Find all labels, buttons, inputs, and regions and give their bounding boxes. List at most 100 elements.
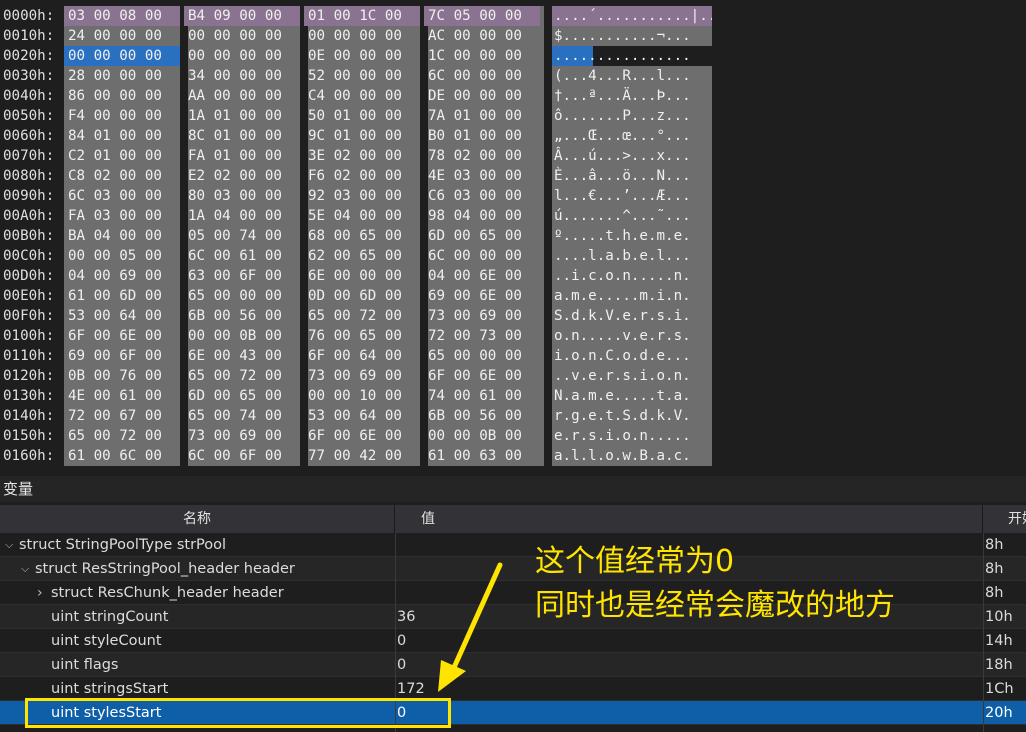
hex-bytes[interactable]: F4 00 00 00 1A 01 00 00 50 01 00 00 7A 01 0… bbox=[64, 106, 544, 126]
hex-byte-group[interactable]: 00 00 00 00 bbox=[184, 26, 300, 46]
hex-byte-group[interactable]: E2 02 00 00 bbox=[184, 166, 300, 186]
hex-bytes[interactable]: 0B 00 76 00 65 00 72 00 73 00 69 00 6F 00 6… bbox=[64, 366, 544, 386]
hex-row[interactable]: 0130h: 4E 00 61 00 6D 00 65 00 00 00 10 00 7… bbox=[0, 386, 1026, 406]
hex-row[interactable]: 0020h: 00 00 00 00 00 00 00 00 0E 00 00 00 1… bbox=[0, 46, 1026, 66]
hex-row[interactable]: 00F0h: 53 00 64 00 6B 00 56 00 65 00 72 00 7… bbox=[0, 306, 1026, 326]
hex-byte-group[interactable]: DE 00 00 00 bbox=[424, 86, 540, 106]
hex-byte-group[interactable]: C8 02 00 00 bbox=[64, 166, 180, 186]
hex-row[interactable]: 0040h: 86 00 00 00 AA 00 00 00 C4 00 00 00 D… bbox=[0, 86, 1026, 106]
hex-byte-group[interactable]: 9C 01 00 00 bbox=[304, 126, 420, 146]
hex-bytes[interactable]: 4E 00 61 00 6D 00 65 00 00 00 10 00 74 00 6… bbox=[64, 386, 544, 406]
hex-byte-group[interactable]: AA 00 00 00 bbox=[184, 86, 300, 106]
hex-byte-group[interactable]: 77 00 42 00 bbox=[304, 446, 420, 466]
hex-byte-group[interactable]: 53 00 64 00 bbox=[304, 406, 420, 426]
hex-byte-group[interactable]: F4 00 00 00 bbox=[64, 106, 180, 126]
hex-byte-group[interactable]: 6F 00 6E 00 bbox=[424, 366, 540, 386]
variable-value[interactable]: 0 bbox=[397, 629, 406, 653]
hex-byte-group[interactable]: FA 03 00 00 bbox=[64, 206, 180, 226]
hex-byte-group[interactable]: 53 00 64 00 bbox=[64, 306, 180, 326]
ascii-text[interactable]: ..i.c.o.n.....n. bbox=[552, 266, 712, 286]
column-header-value[interactable]: 值 bbox=[395, 505, 983, 533]
hex-byte-group[interactable]: 0B 00 76 00 bbox=[64, 366, 180, 386]
hex-bytes[interactable]: 86 00 00 00 AA 00 00 00 C4 00 00 00 DE 00 0… bbox=[64, 86, 544, 106]
hex-row[interactable]: 00B0h: BA 04 00 00 05 00 74 00 68 00 65 00 6… bbox=[0, 226, 1026, 246]
hex-byte-group[interactable]: 01 00 1C 00 bbox=[304, 6, 420, 26]
hex-byte-group[interactable]: 73 00 69 00 bbox=[304, 366, 420, 386]
column-header-start[interactable]: 开始 bbox=[983, 505, 1026, 533]
hex-bytes[interactable]: 03 00 08 00 B4 09 00 00 01 00 1C 00 7C 05 0… bbox=[64, 6, 544, 26]
hex-byte-group[interactable]: B4 09 00 00 bbox=[184, 6, 300, 26]
hex-byte-group[interactable]: C2 01 00 00 bbox=[64, 146, 180, 166]
ascii-text[interactable]: È...â...ö...N... bbox=[552, 166, 712, 186]
hex-byte-group[interactable]: 73 00 69 00 bbox=[424, 306, 540, 326]
ascii-text[interactable]: Â...ú...>...x... bbox=[552, 146, 712, 166]
hex-bytes[interactable]: FA 03 00 00 1A 04 00 00 5E 04 00 00 98 04 0… bbox=[64, 206, 544, 226]
ascii-text[interactable]: l...€...’...Æ... bbox=[552, 186, 712, 206]
hex-row[interactable]: 0070h: C2 01 00 00 FA 01 00 00 3E 02 00 00 7… bbox=[0, 146, 1026, 166]
hex-byte-group[interactable]: 4E 00 61 00 bbox=[64, 386, 180, 406]
hex-byte-group[interactable]: 52 00 00 00 bbox=[304, 66, 420, 86]
hex-row[interactable]: 0050h: F4 00 00 00 1A 01 00 00 50 01 00 00 7… bbox=[0, 106, 1026, 126]
hex-byte-group[interactable]: 6D 00 65 00 bbox=[184, 386, 300, 406]
variable-value[interactable]: 0 bbox=[397, 653, 406, 677]
hex-byte-group[interactable]: 05 00 74 00 bbox=[184, 226, 300, 246]
hex-byte-group[interactable]: 73 00 69 00 bbox=[184, 426, 300, 446]
ascii-text[interactable]: a.m.e.....m.i.n. bbox=[552, 286, 712, 306]
hex-bytes[interactable]: 6F 00 6E 00 00 00 0B 00 76 00 65 00 72 00 7… bbox=[64, 326, 544, 346]
hex-bytes[interactable]: 04 00 69 00 63 00 6F 00 6E 00 00 00 04 00 6… bbox=[64, 266, 544, 286]
hex-row[interactable]: 0060h: 84 01 00 00 8C 01 00 00 9C 01 00 00 B… bbox=[0, 126, 1026, 146]
hex-row[interactable]: 0080h: C8 02 00 00 E2 02 00 00 F6 02 00 00 4… bbox=[0, 166, 1026, 186]
chevron-down-icon[interactable]: ⌵ bbox=[21, 557, 29, 581]
hex-byte-group[interactable]: 1A 01 00 00 bbox=[184, 106, 300, 126]
hex-byte-group[interactable]: C4 00 00 00 bbox=[304, 86, 420, 106]
hex-byte-group[interactable]: 65 00 00 00 bbox=[424, 346, 540, 366]
hex-byte-group[interactable]: 00 00 0B 00 bbox=[424, 426, 540, 446]
hex-bytes[interactable]: C2 01 00 00 FA 01 00 00 3E 02 00 00 78 02 0… bbox=[64, 146, 544, 166]
hex-byte-group[interactable]: 50 01 00 00 bbox=[304, 106, 420, 126]
hex-byte-group[interactable]: 6B 00 56 00 bbox=[184, 306, 300, 326]
hex-byte-group[interactable]: 80 03 00 00 bbox=[184, 186, 300, 206]
ascii-text[interactable]: N.a.m.e.....t.a. bbox=[552, 386, 712, 406]
hex-byte-group[interactable]: B0 01 00 00 bbox=[424, 126, 540, 146]
hex-byte-group[interactable]: 6C 00 00 00 bbox=[424, 246, 540, 266]
hex-byte-group[interactable]: 68 00 65 00 bbox=[304, 226, 420, 246]
ascii-text[interactable]: a.l.l.o.w.B.a.c. bbox=[552, 446, 712, 466]
ascii-text[interactable]: S.d.k.V.e.r.s.i. bbox=[552, 306, 712, 326]
hex-byte-group[interactable]: 6D 00 65 00 bbox=[424, 226, 540, 246]
ascii-text[interactable]: ..v.e.r.s.i.o.n. bbox=[552, 366, 712, 386]
hex-byte-group[interactable]: 65 00 72 00 bbox=[64, 426, 180, 446]
hex-bytes[interactable]: C8 02 00 00 E2 02 00 00 F6 02 00 00 4E 03 0… bbox=[64, 166, 544, 186]
hex-byte-group[interactable]: 84 01 00 00 bbox=[64, 126, 180, 146]
hex-byte-group[interactable]: 34 00 00 00 bbox=[184, 66, 300, 86]
hex-byte-group[interactable]: 00 00 00 00 bbox=[304, 26, 420, 46]
hex-byte-group[interactable]: 63 00 6F 00 bbox=[184, 266, 300, 286]
chevron-right-icon[interactable]: › bbox=[37, 581, 43, 605]
hex-byte-group[interactable]: 65 00 72 00 bbox=[304, 306, 420, 326]
hex-row[interactable]: 0030h: 28 00 00 00 34 00 00 00 52 00 00 00 6… bbox=[0, 66, 1026, 86]
ascii-text[interactable]: ....l.a.b.e.l... bbox=[552, 246, 712, 266]
hex-row[interactable]: 0110h: 69 00 6F 00 6E 00 43 00 6F 00 64 00 6… bbox=[0, 346, 1026, 366]
hex-bytes[interactable]: 53 00 64 00 6B 00 56 00 65 00 72 00 73 00 6… bbox=[64, 306, 544, 326]
hex-byte-group[interactable]: 72 00 73 00 bbox=[424, 326, 540, 346]
hex-row[interactable]: 0160h: 61 00 6C 00 6C 00 6F 00 77 00 42 00 6… bbox=[0, 446, 1026, 466]
hex-byte-group[interactable]: 04 00 6E 00 bbox=[424, 266, 540, 286]
hex-bytes[interactable]: 69 00 6F 00 6E 00 43 00 6F 00 64 00 65 00 0… bbox=[64, 346, 544, 366]
hex-bytes[interactable]: 24 00 00 00 00 00 00 00 00 00 00 00 AC 00 0… bbox=[64, 26, 544, 46]
ascii-text[interactable]: ú.......^...˜... bbox=[552, 206, 712, 226]
ascii-text[interactable]: „...Œ...œ...°... bbox=[552, 126, 712, 146]
hex-byte-group[interactable]: 92 03 00 00 bbox=[304, 186, 420, 206]
hex-bytes[interactable]: 00 00 05 00 6C 00 61 00 62 00 65 00 6C 00 0… bbox=[64, 246, 544, 266]
ascii-text[interactable]: ....´...........|... bbox=[552, 6, 712, 26]
hex-byte-group[interactable]: 0D 00 6D 00 bbox=[304, 286, 420, 306]
variable-row[interactable]: uint flags 0 18h bbox=[0, 653, 1026, 677]
hex-byte-group[interactable]: 6C 03 00 00 bbox=[64, 186, 180, 206]
hex-byte-group[interactable]: 00 00 10 00 bbox=[304, 386, 420, 406]
hex-byte-group[interactable]: 1A 04 00 00 bbox=[184, 206, 300, 226]
hex-selected-bytes[interactable]: 00 00 00 00 bbox=[64, 46, 180, 66]
hex-row[interactable]: 0100h: 6F 00 6E 00 00 00 0B 00 76 00 65 00 7… bbox=[0, 326, 1026, 346]
hex-row[interactable]: 00E0h: 61 00 6D 00 65 00 00 00 0D 00 6D 00 6… bbox=[0, 286, 1026, 306]
hex-byte-group[interactable]: 6C 00 00 00 bbox=[424, 66, 540, 86]
hex-bytes[interactable]: 28 00 00 00 34 00 00 00 52 00 00 00 6C 00 0… bbox=[64, 66, 544, 86]
hex-byte-group[interactable]: 00 00 05 00 bbox=[64, 246, 180, 266]
hex-byte-group[interactable]: 00 00 0B 00 bbox=[184, 326, 300, 346]
